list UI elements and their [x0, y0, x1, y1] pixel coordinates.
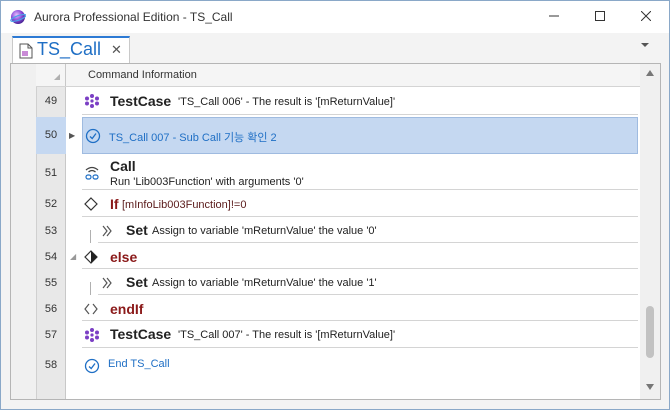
command-keyword: TestCase [110, 326, 172, 342]
command-text: 'TS_Call 006' - The result is '[mReturnV… [178, 96, 396, 108]
table-row[interactable]: 54 ◢ else [36, 245, 640, 269]
collapse-marker-icon[interactable]: ◢ [70, 252, 76, 261]
set-icon [102, 277, 112, 288]
command-text: [mInfoLib003Function]!=0 [122, 199, 247, 211]
else-icon [84, 249, 98, 264]
minimize-icon [549, 15, 559, 17]
table-row[interactable]: 57 TestCase 'TS_Call 007' - The result i… [36, 322, 640, 348]
command-keyword: If [110, 196, 119, 212]
command-keyword: endIf [110, 301, 144, 317]
table-row[interactable]: 52 If [mInfoLib003Function]!=0 [36, 192, 640, 217]
vertical-scrollbar[interactable] [640, 64, 660, 399]
command-keyword: else [110, 249, 138, 265]
scrollbar-thumb[interactable] [646, 306, 654, 358]
header-corner [36, 64, 66, 86]
command-cell[interactable]: TestCase 'TS_Call 007' - The result is '… [82, 322, 638, 348]
endif-icon [84, 303, 98, 314]
command-cell[interactable]: TS_Call 007 - Sub Call 기능 확인 2 [82, 117, 638, 154]
current-row-arrow-icon: ▶ [69, 131, 76, 140]
window-title: Aurora Professional Edition - TS_Call [34, 10, 233, 24]
corner-triangle-icon [54, 74, 60, 80]
row-number: 51 [44, 167, 58, 179]
command-cell[interactable]: TestCase 'TS_Call 006' - The result is '… [82, 88, 638, 115]
grid-header: Command Information [36, 64, 640, 87]
comment-text: TS_Call 007 - Sub Call 기능 확인 2 [109, 132, 277, 144]
tab-close-icon[interactable]: ✕ [111, 43, 122, 58]
command-keyword: TestCase [110, 93, 172, 109]
row-number: 54 [44, 251, 58, 263]
command-cell[interactable]: endIf [82, 297, 638, 321]
command-keyword: Set [126, 222, 148, 238]
command-cell[interactable]: Set Assign to variable 'mReturnValue' th… [98, 271, 638, 295]
table-row[interactable]: 58 End TS_Call [36, 349, 640, 382]
comment-text: End TS_Call [108, 358, 170, 370]
command-keyword: Call [110, 158, 136, 174]
command-text: Assign to variable 'mReturnValue' the va… [152, 277, 377, 289]
tab-label: TS_Call [37, 39, 102, 59]
row-number: 50 [44, 129, 58, 141]
if-icon [84, 197, 98, 211]
tree-guide-line [90, 230, 91, 243]
script-document-icon [19, 43, 33, 59]
row-number: 52 [44, 198, 58, 210]
row-number: 57 [44, 329, 58, 341]
maximize-button[interactable] [577, 1, 623, 31]
command-cell[interactable]: Set Assign to variable 'mReturnValue' th… [98, 219, 638, 243]
testcase-icon [85, 327, 99, 342]
scroll-down-icon[interactable] [646, 384, 654, 390]
command-keyword: Set [126, 274, 148, 290]
command-text: 'TS_Call 007' - The result is '[mReturnV… [178, 329, 396, 341]
call-icon [85, 166, 99, 180]
title-bar: Aurora Professional Edition - TS_Call [1, 1, 669, 33]
tree-guide-line [90, 282, 91, 295]
close-button[interactable] [623, 1, 669, 31]
minimize-button[interactable] [531, 1, 577, 31]
table-row[interactable]: 53 Set Assign to variable 'mReturnValue'… [36, 219, 640, 243]
row-number: 55 [44, 277, 58, 289]
tab-ts-call[interactable]: TS_Call ✕ [12, 36, 130, 63]
command-information-header: Command Information [88, 69, 197, 81]
command-cell[interactable]: End TS_Call [82, 349, 638, 382]
row-number: 53 [44, 225, 58, 237]
table-row[interactable]: 51 Call Run 'Lib003Function' with argume… [36, 156, 640, 190]
command-cell[interactable]: Call Run 'Lib003Function' with arguments… [82, 156, 638, 190]
left-gutter [11, 64, 36, 399]
set-icon [102, 225, 112, 236]
table-row[interactable]: 56 endIf [36, 297, 640, 321]
command-text: Assign to variable 'mReturnValue' the va… [152, 225, 377, 237]
testcase-icon [85, 94, 99, 108]
command-text: Run 'Lib003Function' with arguments '0' [110, 176, 304, 188]
row-number: 49 [44, 95, 58, 107]
app-window: Aurora Professional Edition - TS_Call TS… [0, 0, 670, 410]
scroll-up-icon[interactable] [646, 70, 654, 76]
comment-icon [85, 128, 101, 143]
command-grid: Command Information 49 TestCase 'TS_Call… [10, 63, 661, 400]
table-row[interactable]: 55 Set Assign to variable 'mReturnValue'… [36, 271, 640, 295]
command-cell[interactable]: If [mInfoLib003Function]!=0 [82, 192, 638, 217]
tab-strip: TS_Call ✕ [1, 33, 669, 63]
row-number: 56 [44, 303, 58, 315]
row-number: 58 [44, 359, 58, 371]
table-row[interactable]: 49 TestCase 'TS_Call 006' - The result i… [36, 88, 640, 115]
close-icon [641, 11, 651, 21]
table-row-selected[interactable]: 50 ▶ TS_Call 007 - Sub Call 기능 확인 2 [36, 117, 640, 154]
maximize-icon [595, 11, 605, 21]
tab-list-dropdown-icon[interactable] [640, 41, 650, 49]
comment-icon [84, 358, 100, 373]
command-cell[interactable]: else [82, 245, 638, 269]
aurora-logo-icon [10, 10, 26, 24]
